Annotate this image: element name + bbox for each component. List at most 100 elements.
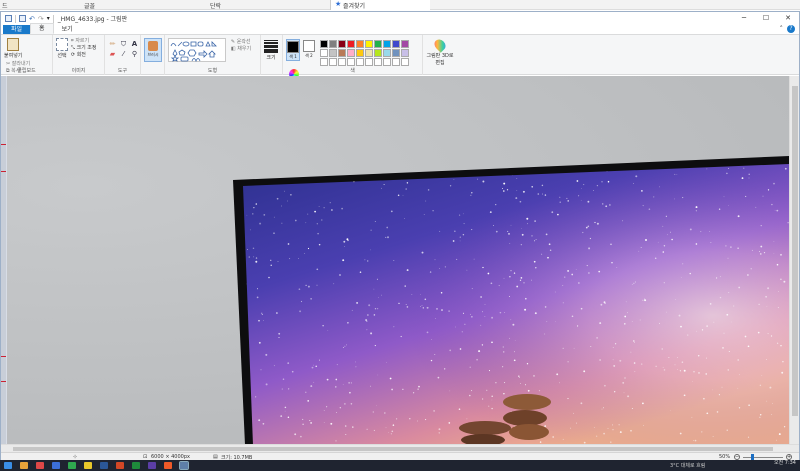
vertical-scrollbar[interactable] bbox=[789, 76, 799, 445]
palette-swatch[interactable] bbox=[328, 40, 337, 48]
callout-shape-icon bbox=[180, 56, 189, 62]
palette-swatch[interactable] bbox=[319, 49, 328, 57]
maximize-button[interactable]: ☐ bbox=[755, 12, 777, 24]
palette-swatch[interactable] bbox=[400, 49, 409, 57]
select-button[interactable]: 선택 bbox=[56, 37, 68, 59]
palette-swatch[interactable] bbox=[400, 40, 409, 48]
help-icon[interactable]: ? bbox=[787, 25, 795, 33]
app-icon-orange[interactable] bbox=[164, 462, 172, 469]
brushes-button[interactable]: 브러시 bbox=[144, 38, 162, 62]
star-icon: ★ bbox=[335, 0, 342, 8]
save-icon[interactable] bbox=[19, 15, 26, 22]
edit-with-paint3d-button[interactable]: 그림판 3D로 편집 bbox=[426, 37, 454, 66]
palette-swatch[interactable] bbox=[337, 58, 346, 66]
zoom-slider[interactable] bbox=[743, 457, 783, 458]
word-icon[interactable] bbox=[100, 462, 108, 469]
palette-swatch[interactable] bbox=[373, 40, 382, 48]
minimize-button[interactable]: ─ bbox=[733, 12, 755, 24]
eraser-icon[interactable]: ▰ bbox=[108, 50, 117, 58]
image-group: 선택 ⌗ 자르기 ⤡ 크기 조정 ⟳ 회전 이미지 bbox=[53, 35, 105, 75]
palette-swatch[interactable] bbox=[337, 49, 346, 57]
palette-swatch[interactable] bbox=[319, 40, 328, 48]
weather-widget[interactable]: 3°C 대체로 흐림 bbox=[670, 462, 705, 469]
color1-swatch bbox=[287, 41, 299, 53]
shapes-group-label: 도형 bbox=[207, 68, 218, 74]
palette-swatch[interactable] bbox=[382, 40, 391, 48]
collapse-ribbon-icon[interactable]: ˄ bbox=[780, 25, 784, 33]
colors-group-label: 색 bbox=[350, 68, 355, 74]
size-button[interactable]: 크기 bbox=[264, 39, 278, 61]
left-ruler bbox=[1, 76, 6, 445]
vertical-scroll-thumb[interactable] bbox=[792, 86, 798, 416]
palette-swatch[interactable] bbox=[391, 58, 400, 66]
fill-icon[interactable]: ⛉ bbox=[119, 40, 128, 48]
horizontal-scrollbar[interactable] bbox=[1, 444, 799, 452]
tab-view[interactable]: 보기 bbox=[54, 25, 81, 34]
window-title: _HMG_4633.jpg - 그림판 bbox=[57, 16, 128, 23]
oval-shape-icon bbox=[182, 41, 190, 47]
undo-icon[interactable]: ↶ bbox=[29, 15, 35, 23]
magnifier-icon[interactable]: ⚲ bbox=[130, 50, 139, 58]
palette-swatch[interactable] bbox=[328, 49, 337, 57]
horizontal-scroll-thumb[interactable] bbox=[13, 447, 773, 451]
tab-home[interactable]: 홈 bbox=[30, 23, 54, 34]
palette-swatch[interactable] bbox=[364, 58, 373, 66]
app-icon-purple[interactable] bbox=[148, 462, 156, 469]
line-shape-icon bbox=[177, 41, 183, 47]
resize-button[interactable]: ⤡ 크기 조정 bbox=[71, 45, 97, 52]
file-explorer-icon[interactable] bbox=[20, 462, 28, 469]
color-palette bbox=[319, 40, 409, 66]
color2-selector[interactable]: 색 2 bbox=[302, 39, 316, 59]
palette-swatch[interactable] bbox=[391, 49, 400, 57]
redo-icon[interactable]: ↷ bbox=[38, 15, 44, 23]
title-bar: ↶ ↷ ▾ _HMG_4633.jpg - 그림판 ─ ☐ ✕ bbox=[1, 12, 799, 25]
photo-canvas[interactable] bbox=[7, 76, 789, 445]
app-icon-blue[interactable] bbox=[52, 462, 60, 469]
powerpoint-icon[interactable] bbox=[116, 462, 124, 469]
palette-swatch[interactable] bbox=[364, 49, 373, 57]
palette-swatch[interactable] bbox=[373, 58, 382, 66]
paint3d-group: 그림판 3D로 편집 bbox=[423, 35, 457, 75]
palette-swatch[interactable] bbox=[355, 40, 364, 48]
palette-swatch[interactable] bbox=[337, 40, 346, 48]
shapes-gallery[interactable] bbox=[168, 38, 226, 62]
app-icon-red[interactable] bbox=[36, 462, 44, 469]
paste-button[interactable]: 붙여넣기 bbox=[4, 37, 22, 59]
palette-swatch[interactable] bbox=[355, 58, 364, 66]
rounded-rect-shape-icon bbox=[197, 41, 204, 47]
palette-swatch[interactable] bbox=[319, 58, 328, 66]
text-icon[interactable]: A bbox=[130, 40, 139, 48]
palette-swatch[interactable] bbox=[382, 58, 391, 66]
app-icon-green[interactable] bbox=[68, 462, 76, 469]
color-picker-icon[interactable]: ⁄ bbox=[119, 50, 128, 58]
tab-file[interactable]: 파일 bbox=[3, 25, 31, 34]
palette-swatch[interactable] bbox=[391, 40, 400, 48]
palette-swatch[interactable] bbox=[382, 49, 391, 57]
palette-swatch[interactable] bbox=[400, 58, 409, 66]
start-icon[interactable] bbox=[4, 462, 12, 469]
pencil-icon[interactable]: ✏ bbox=[108, 40, 117, 48]
colors-group: 색 1 색 2 색 편집 색 bbox=[283, 35, 423, 85]
photo-image bbox=[233, 156, 789, 445]
clock[interactable]: 오전 7:34 bbox=[774, 461, 796, 466]
image-group-label: 이미지 bbox=[71, 68, 86, 74]
crop-button[interactable]: ⌗ 자르기 bbox=[71, 38, 97, 45]
palette-swatch[interactable] bbox=[355, 49, 364, 57]
palette-swatch[interactable] bbox=[346, 58, 355, 66]
palette-swatch[interactable] bbox=[346, 40, 355, 48]
excel-icon[interactable] bbox=[132, 462, 140, 469]
palette-swatch[interactable] bbox=[346, 49, 355, 57]
color1-selector[interactable]: 색 1 bbox=[286, 39, 300, 61]
palette-swatch[interactable] bbox=[364, 40, 373, 48]
brush-icon bbox=[148, 41, 158, 51]
outline-button[interactable]: ✎ 윤곽선 bbox=[231, 39, 251, 46]
monitor-screen bbox=[243, 164, 789, 445]
close-button[interactable]: ✕ bbox=[777, 12, 799, 24]
rotate-button[interactable]: ⟳ 회전 bbox=[71, 52, 97, 59]
palette-swatch[interactable] bbox=[373, 49, 382, 57]
fill-button[interactable]: ◧ 채우기 bbox=[231, 46, 251, 53]
palette-swatch[interactable] bbox=[328, 58, 337, 66]
qat-dropdown-icon[interactable]: ▾ bbox=[47, 15, 50, 22]
app-icon-yellow[interactable] bbox=[84, 462, 92, 469]
paint-taskbar-icon[interactable] bbox=[179, 461, 189, 470]
